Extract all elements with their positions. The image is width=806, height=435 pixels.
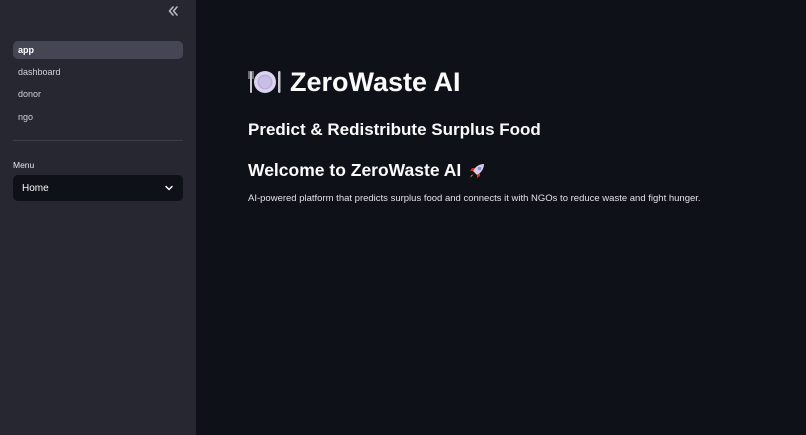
sidebar-item-label: donor	[18, 89, 42, 100]
main-content: ZeroWaste AI Predict & Redistribute Surp…	[196, 0, 806, 435]
page-subtitle: Predict & Redistribute Surplus Food	[248, 120, 541, 139]
sidebar-item-donor[interactable]: donor	[13, 85, 183, 103]
welcome-row: Welcome to ZeroWaste AI	[248, 160, 487, 181]
sidebar-item-app[interactable]: app	[13, 41, 183, 59]
menu-select-value: Home	[22, 182, 49, 194]
welcome-heading: Welcome to ZeroWaste AI	[248, 160, 462, 180]
menu-select[interactable]: Home	[13, 175, 183, 201]
page-title: ZeroWaste AI	[290, 66, 461, 97]
sidebar-item-label: ngo	[18, 111, 34, 122]
chevron-down-icon	[165, 185, 173, 191]
collapse-sidebar-button[interactable]	[164, 3, 182, 19]
double-chevron-left-icon	[168, 6, 178, 16]
title-row: ZeroWaste AI	[248, 65, 461, 99]
sidebar-item-ngo[interactable]: ngo	[13, 108, 183, 126]
page-description: AI-powered platform that predicts surplu…	[248, 193, 701, 204]
sidebar-item-label: dashboard	[18, 67, 61, 78]
sidebar-divider	[13, 140, 183, 141]
app-window: app dashboard donor ngo Menu Home ZeroWa…	[0, 0, 806, 435]
sidebar-item-dashboard[interactable]: dashboard	[13, 63, 183, 81]
plate-with-cutlery-icon	[248, 71, 281, 93]
sidebar-item-label: app	[18, 45, 35, 55]
sidebar-nav: app dashboard donor ngo	[13, 41, 183, 130]
menu-label: Menu	[13, 160, 35, 170]
sidebar: app dashboard donor ngo Menu Home	[0, 0, 196, 435]
rocket-icon	[470, 163, 485, 178]
